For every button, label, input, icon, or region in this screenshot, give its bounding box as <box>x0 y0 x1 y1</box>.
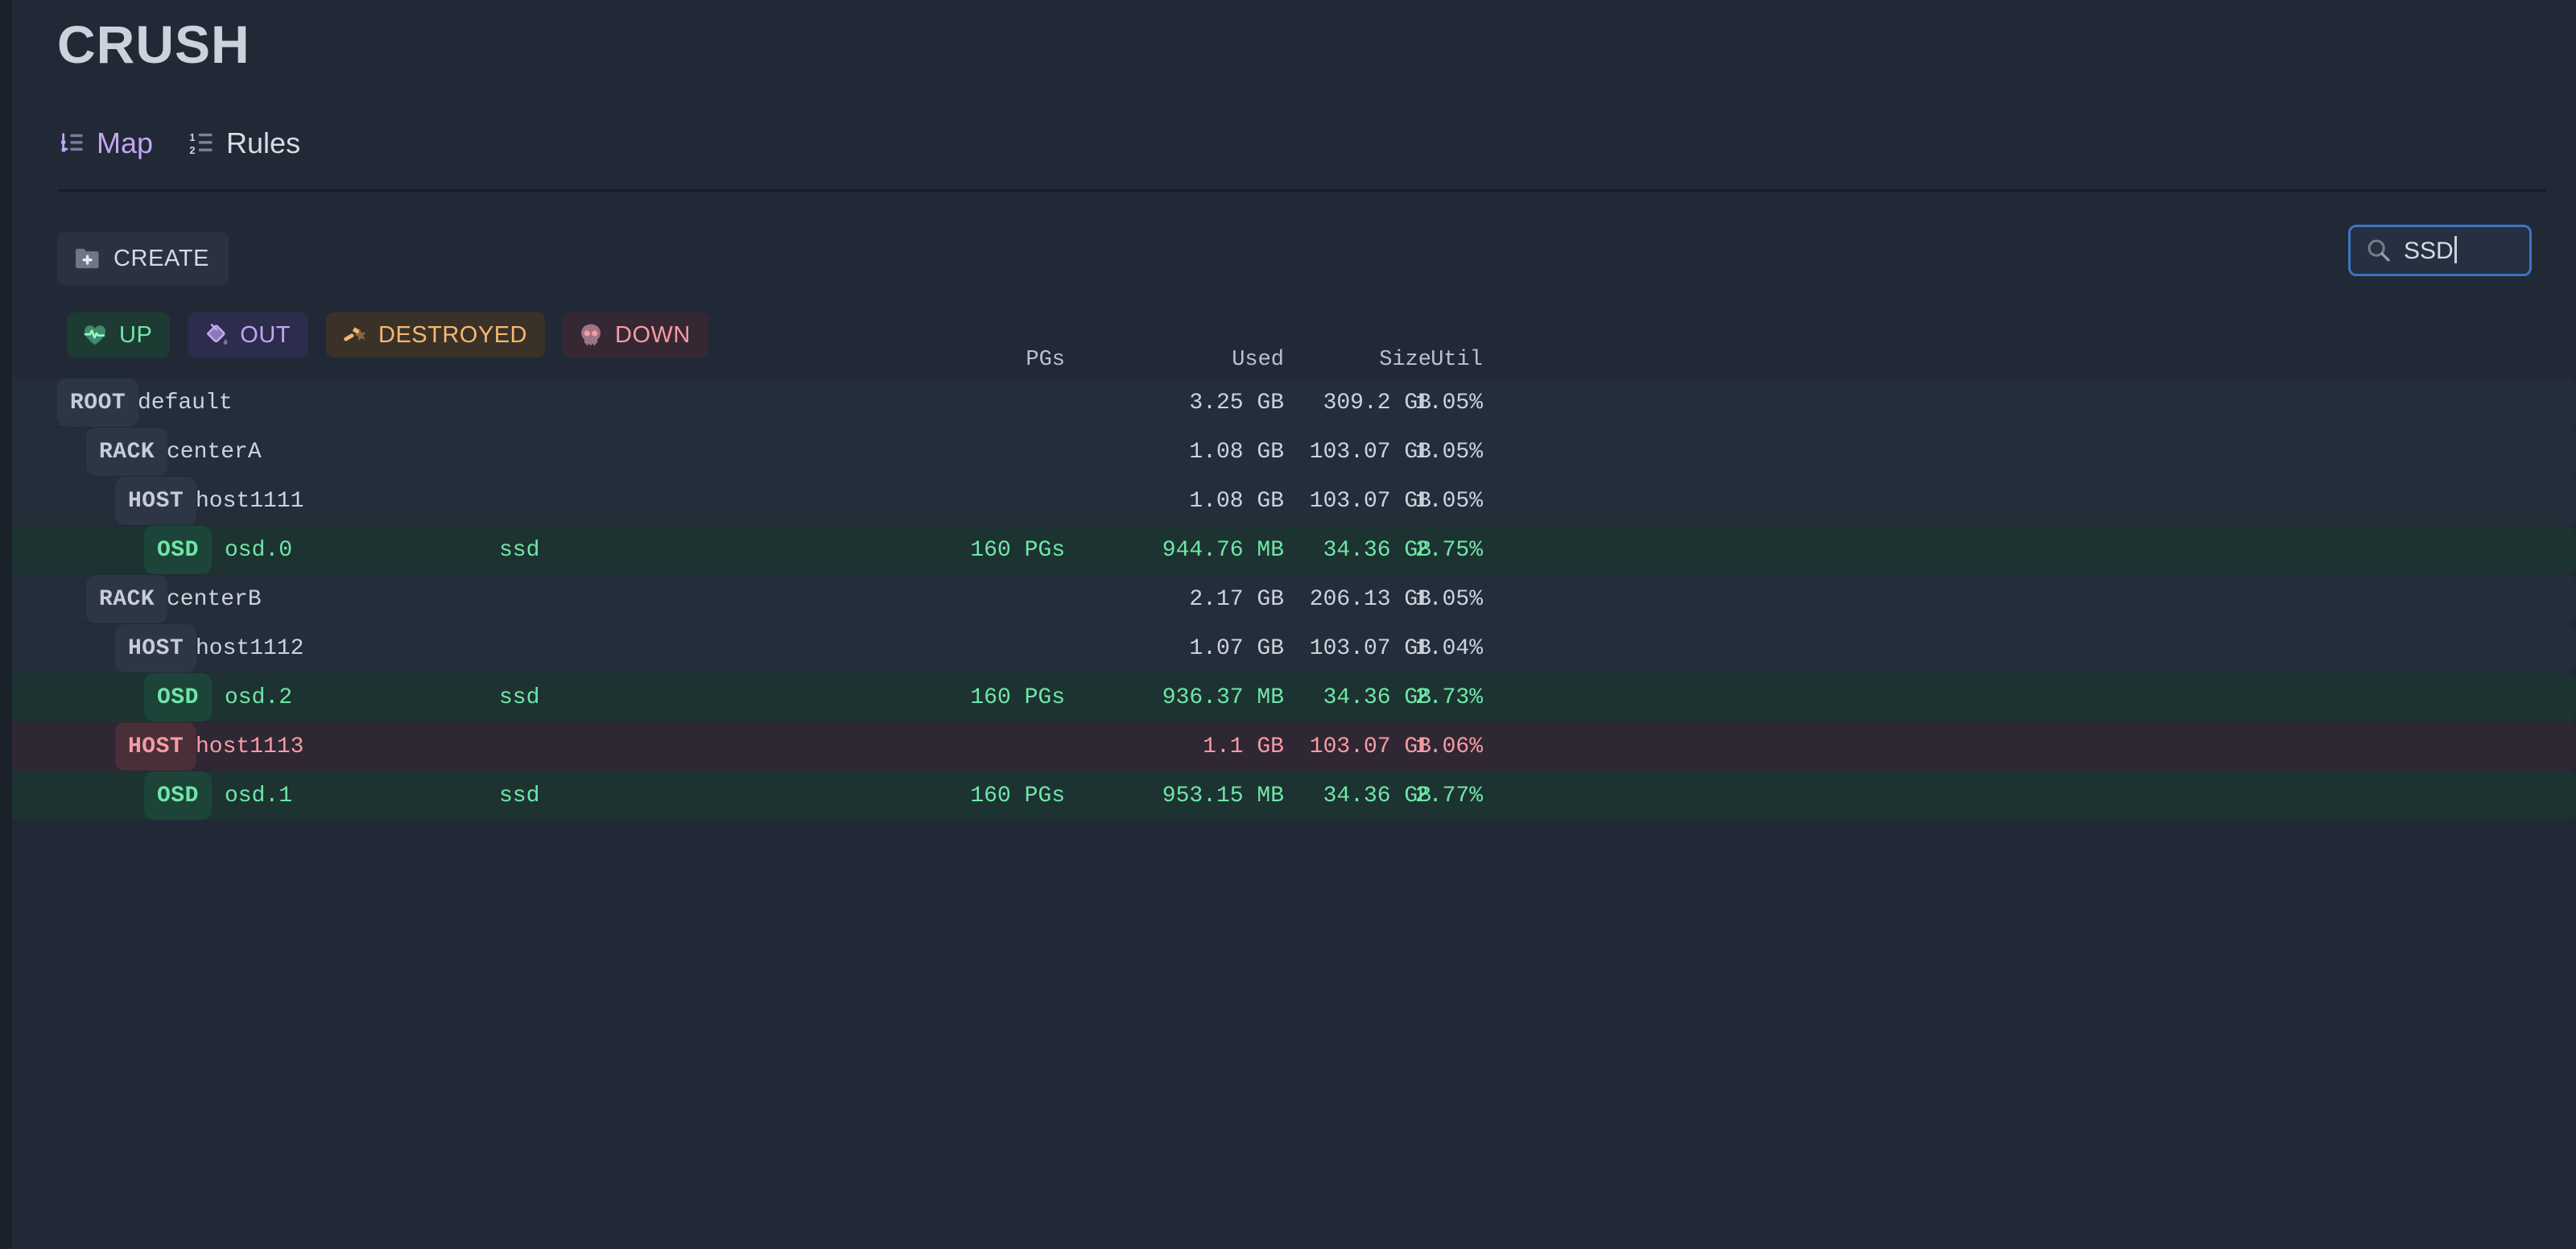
row-name: osd.1 <box>225 783 293 809</box>
row-cell-pgs: 160 PGs <box>970 783 1065 809</box>
table-row[interactable]: ROOT default 3.25 GB 309.2 GB 1.05% <box>12 378 2576 427</box>
row-cell-util: 1.06% <box>1414 734 1483 759</box>
row-type-badge: OSD <box>144 673 212 722</box>
row-type-badge: RACK <box>86 575 168 623</box>
row-cell-util: 1.05% <box>1414 586 1483 612</box>
tree-list-icon <box>59 130 86 157</box>
hammer-smash-icon <box>341 321 368 349</box>
row-type-badge: RACK <box>86 428 168 476</box>
status-filter-down-label: DOWN <box>615 321 691 348</box>
row-cell-pgs <box>824 722 1065 771</box>
tabs-divider <box>59 189 2546 192</box>
paint-bucket-icon <box>202 321 229 349</box>
row-name: host1113 <box>196 734 304 759</box>
row-type-badge: ROOT <box>57 378 139 427</box>
status-filter-out-label: OUT <box>240 321 291 348</box>
row-name: osd.0 <box>225 537 293 563</box>
row-name: centerA <box>167 439 262 465</box>
table-row[interactable]: RACK centerA 1.08 GB 103.07 GB 1.05% <box>12 428 2576 476</box>
row-device-class: ssd <box>499 537 540 563</box>
row-device-class: ssd <box>499 783 540 809</box>
tab-rules[interactable]: 1 2 Rules <box>188 129 300 161</box>
create-button[interactable]: CREATE <box>57 232 229 285</box>
status-filter-up-label: UP <box>119 321 153 348</box>
column-header-util: Util <box>1430 348 1483 372</box>
row-name: host1111 <box>196 488 304 514</box>
row-cell-util: 1.05% <box>1414 390 1483 416</box>
row-type-badge: OSD <box>144 771 212 820</box>
table-row[interactable]: HOST host1113 1.1 GB 103.07 GB 1.06% <box>12 722 2576 771</box>
skull-icon <box>577 321 605 349</box>
row-cell-pgs <box>824 428 1065 476</box>
table-row[interactable]: OSD osd.0 ssd 160 PGs 944.76 MB 34.36 GB 2.75% <box>12 526 2576 574</box>
crush-page: CRUSH Map 1 2 Rules CREATE SSD UP OUT DE… <box>12 0 2576 1249</box>
tab-map[interactable]: Map <box>59 129 153 161</box>
row-name: centerB <box>167 586 262 612</box>
crush-map-table: ROOT default 3.25 GB 309.2 GB 1.05% RACK cente… <box>12 378 2576 821</box>
row-cell-util: 1.04% <box>1414 635 1483 661</box>
svg-text:2: 2 <box>189 144 195 156</box>
folder-plus-icon <box>73 246 102 271</box>
row-cell-util: 2.73% <box>1414 684 1483 710</box>
row-name: host1112 <box>196 635 304 661</box>
tab-map-label: Map <box>97 126 154 159</box>
row-type-badge: HOST <box>115 722 197 771</box>
row-name: default <box>138 390 233 416</box>
search-icon <box>2365 237 2392 264</box>
row-cell-pgs: 160 PGs <box>970 684 1065 710</box>
row-cell-util: 2.75% <box>1414 537 1483 563</box>
row-cell-util: 2.77% <box>1414 783 1483 809</box>
search-input[interactable]: SSD <box>2348 225 2532 276</box>
search-input-value: SSD <box>2404 236 2457 265</box>
numbered-list-icon: 1 2 <box>188 130 216 157</box>
table-row[interactable]: HOST host1112 1.07 GB 103.07 GB 1.04% <box>12 624 2576 672</box>
row-cell-util: 1.05% <box>1414 488 1483 514</box>
row-name: osd.2 <box>225 684 293 710</box>
heart-pulse-icon <box>81 321 109 349</box>
table-row[interactable]: RACK centerB 2.17 GB 206.13 GB 1.05% <box>12 575 2576 623</box>
row-cell-pgs <box>824 378 1065 427</box>
row-type-badge: HOST <box>115 477 197 525</box>
svg-text:1: 1 <box>189 131 195 143</box>
row-cell-pgs <box>824 575 1065 623</box>
create-button-label: CREATE <box>114 245 210 271</box>
status-filter-destroyed-label: DESTROYED <box>378 321 527 348</box>
table-row[interactable]: OSD osd.2 ssd 160 PGs 936.37 MB 34.36 GB 2.73% <box>12 673 2576 722</box>
table-row[interactable]: HOST host1111 1.08 GB 103.07 GB 1.05% <box>12 477 2576 525</box>
row-device-class: ssd <box>499 684 540 710</box>
row-cell-pgs <box>824 624 1065 672</box>
page-title: CRUSH <box>57 14 250 74</box>
row-type-badge: HOST <box>115 624 197 672</box>
tab-rules-label: Rules <box>226 126 301 159</box>
row-cell-pgs <box>824 477 1065 525</box>
row-type-badge: OSD <box>144 526 212 574</box>
column-header-pgs: PGs <box>1026 348 1065 372</box>
tab-bar: Map 1 2 Rules <box>59 129 300 161</box>
row-cell-pgs: 160 PGs <box>970 537 1065 563</box>
table-row[interactable]: OSD osd.1 ssd 160 PGs 953.15 MB 34.36 GB 2.77% <box>12 771 2576 820</box>
text-caret <box>2454 236 2457 263</box>
left-gutter <box>0 0 12 1249</box>
row-cell-util: 1.05% <box>1414 439 1483 465</box>
table-column-headers: PGs Used Size Util <box>12 348 2576 377</box>
